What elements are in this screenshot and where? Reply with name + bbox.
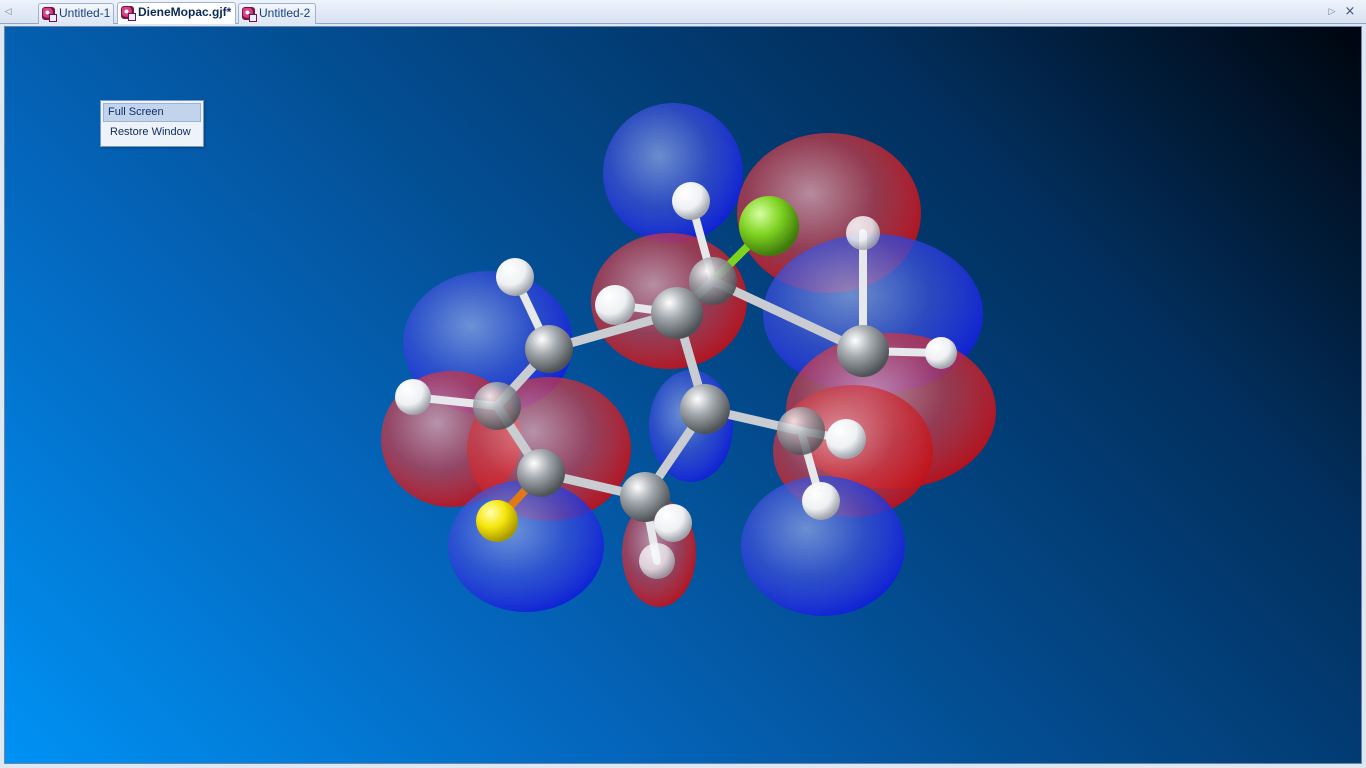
carbon-atom <box>680 384 730 434</box>
tab-untitled-1[interactable]: Untitled-1 <box>38 3 114 24</box>
hydrogen-atom <box>846 216 880 250</box>
hydrogen-atom <box>639 543 675 579</box>
carbon-atom <box>525 325 573 373</box>
triangle-right-icon[interactable]: ▷ <box>1326 5 1338 19</box>
gaussian-document-icon <box>121 6 136 21</box>
gaussian-document-icon <box>242 7 257 22</box>
orbital-lobe-negative <box>448 480 604 612</box>
menu-item-restore-window[interactable]: Restore Window <box>103 123 201 142</box>
document-tab-bar: ◁ Untitled-1 DieneMopac.gjf* Untitled-2 … <box>0 0 1366 24</box>
carbon-atom <box>473 382 521 430</box>
triangle-left-icon[interactable]: ◁ <box>2 5 14 19</box>
hydrogen-atom <box>672 182 710 220</box>
carbon-atom <box>651 287 703 339</box>
application-window: ◁ Untitled-1 DieneMopac.gjf* Untitled-2 … <box>0 0 1366 768</box>
viewport-context-menu: Full Screen Restore Window <box>100 100 204 147</box>
orbital-lobe-negative <box>603 103 743 243</box>
hydrogen-atom <box>595 285 635 325</box>
molecule-orbital-render[interactable] <box>5 27 1362 764</box>
window-bottom-border <box>0 764 1366 768</box>
hydrogen-atom <box>925 337 957 369</box>
hydrogen-atom <box>496 258 534 296</box>
hydrogen-atom <box>395 379 431 415</box>
carbon-atom <box>777 407 825 455</box>
tab-label: DieneMopac.gjf* <box>138 5 232 19</box>
carbon-atom <box>837 325 889 377</box>
hydrogen-atom <box>654 504 692 542</box>
tab-label: Untitled-1 <box>59 6 111 20</box>
hydrogen-atom <box>802 482 840 520</box>
tab-untitled-2[interactable]: Untitled-2 <box>238 3 316 24</box>
tab-dienemopac[interactable]: DieneMopac.gjf* <box>117 2 236 24</box>
gaussian-document-icon <box>42 7 57 22</box>
sulfur-atom <box>476 500 518 542</box>
carbon-atom <box>517 449 565 497</box>
tab-label: Untitled-2 <box>259 6 311 20</box>
close-icon[interactable]: × <box>1344 5 1356 19</box>
chlorine-atom <box>739 196 799 256</box>
menu-item-full-screen[interactable]: Full Screen <box>103 103 201 122</box>
molecule-viewport[interactable] <box>4 26 1362 764</box>
hydrogen-atom <box>826 419 866 459</box>
